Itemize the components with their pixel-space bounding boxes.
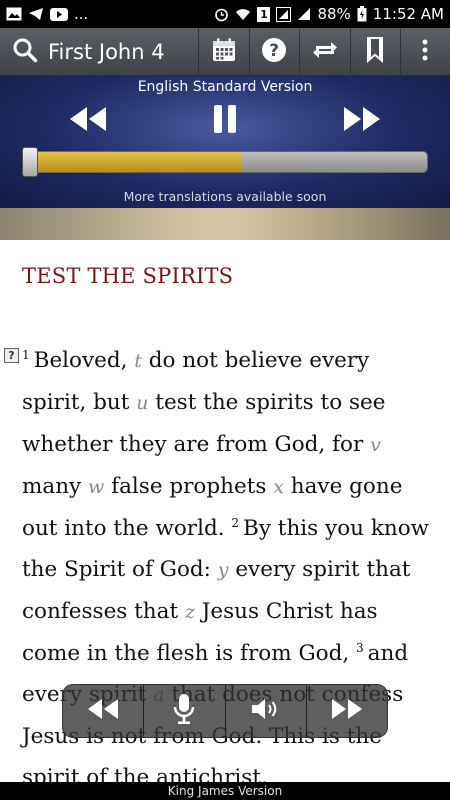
alarm-icon xyxy=(214,7,229,22)
speaker-icon xyxy=(250,697,282,725)
sync-icon xyxy=(312,37,338,67)
wifi-icon xyxy=(235,7,251,21)
fast-forward-button[interactable] xyxy=(342,104,382,138)
speaker-button[interactable] xyxy=(226,685,307,737)
bottom-version-label[interactable]: King James Version xyxy=(0,782,450,800)
rewind-icon xyxy=(87,698,119,724)
microphone-icon xyxy=(173,693,195,729)
battery-icon xyxy=(357,6,367,22)
rewind-icon xyxy=(69,106,107,136)
audio-player: English Standard Version More translatio… xyxy=(0,76,450,208)
search-icon[interactable] xyxy=(12,37,38,67)
progress-bar[interactable] xyxy=(24,151,428,173)
youtube-icon xyxy=(50,7,68,21)
version-label[interactable]: English Standard Version xyxy=(0,79,450,95)
telegram-icon xyxy=(28,7,44,21)
cross-reference-link[interactable]: u xyxy=(136,392,148,414)
verse-segment: many xyxy=(22,474,89,499)
status-right: 1 88% 11:52 AM xyxy=(214,5,444,23)
player-controls xyxy=(0,104,450,138)
sync-button[interactable] xyxy=(299,27,350,76)
clock: 11:52 AM xyxy=(372,5,444,23)
svg-text:?: ? xyxy=(269,41,279,61)
fast-forward-icon xyxy=(343,106,381,136)
app-bar: First John 4 ? xyxy=(0,27,450,76)
book-title[interactable]: First John 4 xyxy=(48,40,165,64)
float-rewind-button[interactable] xyxy=(63,685,145,737)
help-icon: ? xyxy=(261,37,287,67)
microphone-button[interactable] xyxy=(144,685,226,737)
pause-button[interactable] xyxy=(205,104,245,138)
fast-forward-icon xyxy=(331,698,363,724)
note-icon[interactable]: ? xyxy=(4,348,19,363)
status-left: ... xyxy=(6,5,88,23)
more-translations-label: More translations available soon xyxy=(123,189,327,204)
floating-audio-controls xyxy=(62,684,388,738)
battery-percent: 88% xyxy=(317,5,351,23)
book-selector[interactable]: First John 4 xyxy=(0,28,198,76)
status-bar: ... 1 88% 11:52 AM xyxy=(0,0,450,28)
verse-segment: false prophets xyxy=(104,474,274,499)
verse-segment: Beloved, xyxy=(33,348,135,373)
cross-reference-link[interactable]: w xyxy=(88,476,104,498)
signal-icon xyxy=(297,7,311,21)
overflow-menu-icon xyxy=(421,38,429,66)
cross-reference-link[interactable]: v xyxy=(370,434,381,456)
cross-reference-link[interactable]: t xyxy=(134,350,142,372)
cross-reference-link[interactable]: y xyxy=(218,559,229,581)
section-heading: TEST THE SPIRITS xyxy=(22,264,234,288)
verse-number[interactable]: 3 xyxy=(356,641,364,655)
decorative-banner xyxy=(0,208,450,240)
notification-badge: 1 xyxy=(257,6,271,22)
overflow-menu-button[interactable] xyxy=(400,27,448,76)
bookmark-button[interactable] xyxy=(349,27,401,76)
help-button[interactable]: ? xyxy=(248,27,300,76)
rewind-button[interactable] xyxy=(68,104,108,138)
calendar-icon xyxy=(211,37,237,67)
bookmark-icon xyxy=(365,36,385,68)
verse-number[interactable]: 2 xyxy=(231,516,239,530)
cross-reference-link[interactable]: x xyxy=(273,476,284,498)
calendar-button[interactable] xyxy=(198,27,249,76)
pause-icon xyxy=(212,104,238,138)
verse-number[interactable]: 1 xyxy=(22,348,30,362)
image-icon xyxy=(6,7,22,21)
progress-fill xyxy=(25,152,243,172)
status-more: ... xyxy=(74,5,89,23)
float-fast-forward-button[interactable] xyxy=(307,685,387,737)
progress-handle[interactable] xyxy=(22,147,38,177)
signal-box-icon xyxy=(276,6,292,22)
cross-reference-link[interactable]: z xyxy=(185,601,195,623)
